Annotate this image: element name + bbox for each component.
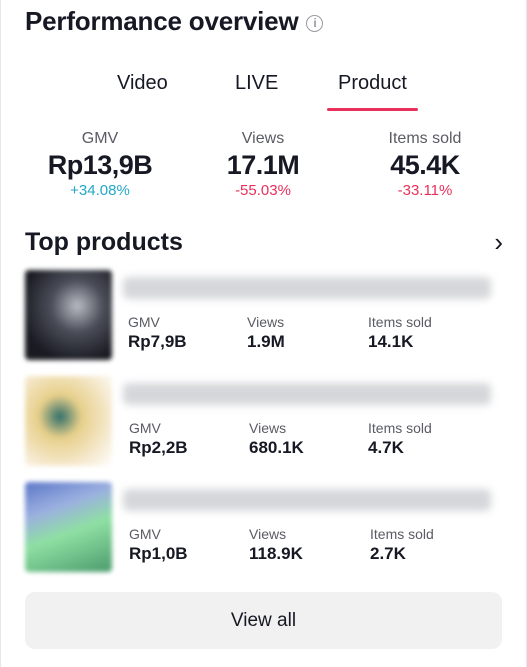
performance-overview-card: Performance overview i Video LIVE Produc… (0, 0, 527, 667)
view-all-button[interactable]: View all (25, 592, 502, 649)
product-stat-value: Rp2,2B (129, 438, 188, 457)
product-stat-label: Items sold (370, 526, 434, 542)
product-stat-value: 14.1K (368, 332, 414, 351)
product-gmv: GMV Rp1,0B (129, 526, 188, 564)
product-thumbnail (25, 482, 112, 572)
product-stat-value: 1.9M (247, 332, 285, 351)
tab-label: Product (338, 72, 407, 94)
metric-items-sold: Items sold 45.4K -33.11% (345, 130, 505, 199)
product-gmv: GMV Rp2,2B (129, 420, 188, 458)
top-products-header: Top products › (25, 226, 503, 258)
product-stat-label: Views (249, 420, 287, 436)
product-row[interactable]: GMV Rp1,0B Views 118.9K Items sold 2.7K (25, 482, 503, 578)
metric-value: 45.4K (390, 150, 460, 180)
tab-label: Video (117, 72, 168, 94)
product-stat-label: GMV (129, 526, 161, 542)
metric-value: 17.1M (226, 150, 300, 180)
product-stat-label: Items sold (368, 420, 432, 436)
metric-delta: -55.03% (235, 182, 291, 199)
product-stat-label: Items sold (368, 314, 432, 330)
product-row[interactable]: GMV Rp7,9B Views 1.9M Items sold 14.1K (25, 270, 503, 366)
product-gmv: GMV Rp7,9B (128, 314, 187, 352)
tab-live[interactable]: LIVE (235, 72, 278, 95)
product-name-blurred (123, 277, 491, 299)
product-items-sold: Items sold 14.1K (368, 314, 432, 352)
metric-gmv: GMV Rp13,9B +34.08% (20, 130, 180, 199)
product-views: Views 1.9M (247, 314, 285, 352)
tab-video[interactable]: Video (117, 72, 168, 95)
product-stat-label: GMV (129, 420, 161, 436)
metric-views: Views 17.1M -55.03% (183, 130, 343, 199)
product-stat-label: GMV (128, 314, 160, 330)
product-stat-label: Views (249, 526, 287, 542)
metric-delta: -33.11% (397, 182, 453, 199)
page-title: Performance overview (25, 6, 299, 36)
view-all-label: View all (230, 609, 297, 631)
active-tab-indicator (327, 108, 418, 111)
product-name-blurred (123, 383, 491, 405)
product-views: Views 118.9K (249, 526, 303, 564)
product-thumbnail (25, 376, 112, 466)
product-stat-value: 2.7K (370, 544, 406, 563)
metric-label: Views (241, 130, 285, 147)
metric-value: Rp13,9B (47, 150, 153, 180)
product-items-sold: Items sold 2.7K (370, 526, 434, 564)
product-name-blurred (123, 489, 491, 511)
tab-product[interactable]: Product (327, 72, 418, 111)
product-row[interactable]: GMV Rp2,2B Views 680.1K Items sold 4.7K (25, 376, 503, 472)
metric-delta: +34.08% (70, 182, 130, 199)
product-thumbnail (25, 270, 112, 360)
metric-label: GMV (81, 130, 119, 147)
tab-bar: Video LIVE Product (1, 62, 527, 114)
tab-label: LIVE (235, 72, 279, 94)
product-stat-value: Rp1,0B (129, 544, 188, 563)
metric-label: Items sold (388, 130, 462, 147)
chevron-right-icon[interactable]: › (494, 227, 503, 258)
section-title: Top products (25, 227, 183, 256)
product-stat-value: 118.9K (249, 544, 303, 563)
product-views: Views 680.1K (249, 420, 304, 458)
product-stat-value: 4.7K (368, 438, 404, 457)
product-stat-value: Rp7,9B (128, 332, 187, 351)
info-icon[interactable]: i (306, 14, 324, 32)
product-stat-value: 680.1K (249, 438, 304, 457)
header: Performance overview i (25, 6, 324, 37)
product-items-sold: Items sold 4.7K (368, 420, 432, 458)
product-stat-label: Views (247, 314, 285, 330)
